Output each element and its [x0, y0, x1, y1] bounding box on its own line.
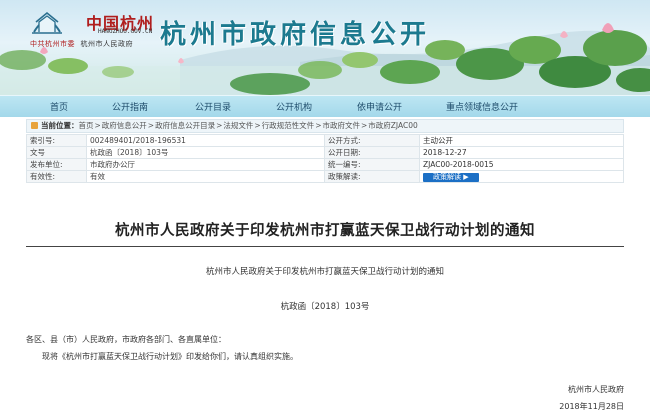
meta-key: 统一编号: [324, 158, 420, 171]
main-nav: 首页 公开指南 公开目录 公开机构 依申请公开 重点领域信息公开 [0, 95, 650, 117]
logo-subtitle: 中共杭州市委 杭州市人民政府 [30, 39, 133, 49]
meta-value: 2018-12-27 [419, 146, 624, 159]
document-addressee: 各区、县（市）人民政府，市政府各部门、各直属单位： [26, 335, 226, 344]
nav-item-agencies[interactable]: 公开机构 [276, 100, 312, 113]
meta-row: 发布单位: 市政府办公厅 统一编号: ZJAC00-2018-0015 [26, 158, 624, 171]
meta-key: 索引号: [26, 134, 87, 147]
meta-value: ZJAC00-2018-0015 [419, 158, 624, 171]
breadcrumb-separator: > [94, 121, 101, 130]
breadcrumb-item-home[interactable]: 首页 [79, 121, 94, 130]
breadcrumb-separator: > [315, 121, 322, 130]
document-meta-table: 索引号: 002489401/2018-196531 公开方式: 主动公开 文号… [26, 134, 624, 183]
meta-value: 市政府办公厅 [86, 158, 325, 171]
breadcrumb-separator: > [254, 121, 261, 130]
meta-key: 政策解读: [324, 170, 420, 183]
meta-value: 杭政函〔2018〕103号 [86, 146, 325, 159]
logo-url: HANGZHOU.GOV.CN [98, 28, 153, 35]
document-issuer: 杭州市人民政府 [568, 385, 624, 394]
document-body: 现将《杭州市打赢蓝天保卫战行动计划》印发给你们，请认真组织实施。 [42, 352, 298, 361]
policy-interpretation-button[interactable]: 政策解读 ▶ [423, 173, 479, 182]
meta-row: 索引号: 002489401/2018-196531 公开方式: 主动公开 [26, 134, 624, 147]
meta-row: 文号 杭政函〔2018〕103号 公开日期: 2018-12-27 [26, 146, 624, 159]
document-subtitle: 杭州市人民政府关于印发杭州市打赢蓝天保卫战行动计划的通知 [205, 267, 444, 277]
home-icon [31, 122, 38, 129]
meta-key: 公开方式: [324, 134, 420, 147]
meta-key: 发布单位: [26, 158, 87, 171]
nav-item-catalog[interactable]: 公开目录 [195, 100, 231, 113]
breadcrumb-item-regulations[interactable]: 法规文件 [223, 121, 253, 130]
nav-item-home[interactable]: 首页 [50, 100, 68, 113]
breadcrumb-item-gov-docs[interactable]: 市政府文件 [322, 121, 360, 130]
breadcrumb-item-current[interactable]: 市政府ZJAC00 [368, 121, 418, 130]
meta-value: 有效 [86, 170, 325, 183]
meta-value: 002489401/2018-196531 [86, 134, 325, 147]
breadcrumb-separator: > [147, 121, 155, 130]
logo-gov: 杭州市人民政府 [80, 40, 133, 48]
meta-value-interpret: 政策解读 ▶ [419, 170, 624, 183]
document-number: 杭政函〔2018〕103号 [280, 302, 370, 312]
site-title: 杭州市政府信息公开 [160, 20, 431, 50]
header-banner: 中国杭州 HANGZHOU.GOV.CN 中共杭州市委 杭州市人民政府 杭州市政… [0, 0, 650, 95]
breadcrumb-label: 当前位置： [41, 121, 79, 130]
breadcrumb-separator: > [216, 121, 223, 130]
title-divider [26, 246, 624, 247]
document-title: 杭州市人民政府关于印发杭州市打赢蓝天保卫战行动计划的通知 [115, 223, 535, 239]
breadcrumb-separator: > [360, 121, 368, 130]
meta-key: 文号 [26, 146, 87, 159]
nav-item-key-areas[interactable]: 重点领域信息公开 [446, 100, 518, 113]
gov-emblem-icon [32, 11, 62, 34]
breadcrumb-item-normative[interactable]: 行政规范性文件 [262, 121, 315, 130]
meta-value: 主动公开 [419, 134, 624, 147]
breadcrumb: 当前位置：首页>政府信息公开>政府信息公开目录>法规文件>行政规范性文件>市政府… [26, 119, 624, 133]
breadcrumb-item-info-public[interactable]: 政府信息公开 [102, 121, 147, 130]
nav-item-guide[interactable]: 公开指南 [112, 100, 148, 113]
meta-key: 公开日期: [324, 146, 420, 159]
nav-item-application[interactable]: 依申请公开 [357, 100, 402, 113]
site-logo[interactable]: 中国杭州 HANGZHOU.GOV.CN 中共杭州市委 杭州市人民政府 [26, 6, 158, 49]
meta-row: 有效性: 有效 政策解读: 政策解读 ▶ [26, 170, 624, 183]
breadcrumb-item-catalog[interactable]: 政府信息公开目录 [155, 121, 215, 130]
meta-key: 有效性: [26, 170, 87, 183]
document-date: 2018年11月28日 [559, 402, 624, 411]
logo-party: 中共杭州市委 [30, 40, 75, 48]
